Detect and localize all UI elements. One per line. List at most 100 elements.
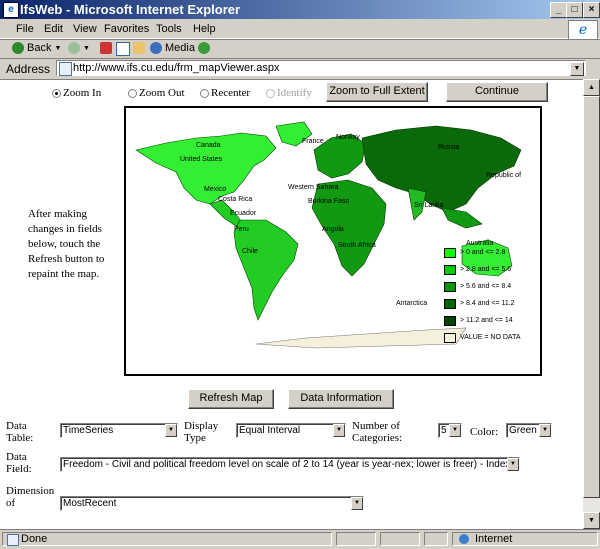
asia-shape	[361, 125, 522, 213]
history-button[interactable]	[198, 42, 210, 54]
dropdown-arrow-icon: ▼	[351, 497, 363, 510]
scroll-thumb[interactable]	[583, 96, 600, 498]
zoom-out-radio[interactable]: Zoom Out	[128, 87, 185, 99]
status-text-cell: Done	[2, 532, 332, 546]
page-icon	[59, 62, 72, 76]
address-input[interactable]: http://www.ifs.cu.edu/frm_mapViewer.aspx…	[56, 60, 586, 76]
map-label-burkina-faso: Burkina Faso	[308, 198, 350, 205]
zoom-full-extent-button[interactable]: Zoom to Full Extent	[326, 82, 428, 102]
map-label-france: France	[302, 138, 324, 145]
status-cell	[424, 532, 448, 546]
legend-swatch	[444, 316, 456, 326]
antarctica-shape	[255, 327, 467, 349]
recenter-radio[interactable]: Recenter	[200, 87, 250, 99]
dimension-select[interactable]: MostRecent ▼	[60, 496, 364, 511]
status-cell	[380, 532, 420, 546]
radio-dot	[128, 88, 137, 98]
refresh-icon	[116, 42, 130, 56]
forward-dropdown-icon: ▼	[83, 44, 90, 52]
color-select[interactable]: Green ▼	[506, 423, 552, 438]
data-information-button[interactable]: Data Information	[288, 389, 394, 409]
status-cell	[336, 532, 376, 546]
menu-view[interactable]: View	[73, 23, 97, 35]
scroll-up-icon[interactable]: ▲	[583, 79, 600, 96]
data-field-label: Data Field:	[6, 451, 32, 475]
window-title: IfsWeb - Microsoft Internet Explorer	[20, 2, 241, 17]
map-label-russia: Russia	[438, 144, 460, 151]
legend-swatch	[444, 299, 456, 309]
close-button[interactable]: ×	[583, 2, 600, 18]
dimension-value: MostRecent	[63, 498, 117, 509]
menu-favorites[interactable]: Favorites	[104, 23, 149, 35]
map-label-canada: Canada	[196, 142, 221, 149]
map-label-united-states: United States	[180, 156, 223, 163]
menu-file[interactable]: File	[16, 23, 34, 35]
zone-text: Internet	[475, 533, 513, 545]
title-bar[interactable]: e IfsWeb - Microsoft Internet Explorer _…	[0, 0, 600, 19]
stop-button[interactable]	[100, 42, 112, 54]
legend-swatch	[444, 265, 456, 275]
address-url: http://www.ifs.cu.edu/frm_mapViewer.aspx	[73, 62, 280, 74]
dropdown-arrow-icon: ▼	[165, 424, 177, 437]
maximize-button[interactable]: □	[566, 2, 583, 18]
data-table-select[interactable]: TimeSeries ▼	[60, 423, 178, 438]
address-bar: Address http://www.ifs.cu.edu/frm_mapVie…	[0, 58, 600, 79]
identify-label: Identify	[277, 87, 312, 99]
radio-dot	[266, 88, 275, 98]
vertical-scrollbar[interactable]: ▲ ▼	[583, 79, 600, 529]
map-label-costa-rica: Costa Rica	[218, 196, 253, 203]
legend-swatch	[444, 282, 456, 292]
identify-radio[interactable]: Identify	[266, 87, 312, 99]
num-categories-value: 5	[441, 425, 447, 436]
radio-dot	[200, 88, 209, 98]
legend-swatch	[444, 248, 456, 258]
status-bar: Done Internet	[0, 529, 600, 549]
legend-label: > 5.6 and <= 8.4	[460, 283, 512, 290]
map-label-australia: Australia	[466, 240, 494, 247]
media-button[interactable]: Media	[150, 42, 195, 54]
ie-logo-icon: e	[568, 20, 598, 40]
display-type-label: Display Type	[184, 420, 219, 444]
back-button[interactable]: Back ▼	[12, 42, 61, 54]
menu-tools[interactable]: Tools	[156, 23, 182, 35]
forward-button[interactable]: ▼	[68, 42, 90, 54]
continue-button[interactable]: Continue	[446, 82, 548, 102]
display-type-select[interactable]: Equal Interval ▼	[236, 423, 346, 438]
home-icon	[133, 42, 145, 54]
address-dropdown-icon[interactable]: ▼	[570, 62, 584, 76]
menu-edit[interactable]: Edit	[44, 23, 63, 35]
zoom-in-label: Zoom In	[63, 87, 102, 99]
back-arrow-icon	[12, 42, 24, 54]
color-value: Green	[509, 425, 537, 436]
display-type-value: Equal Interval	[239, 425, 301, 436]
zoom-in-radio[interactable]: Zoom In	[52, 87, 101, 99]
refresh-map-button[interactable]: Refresh Map	[188, 389, 274, 409]
back-dropdown-icon: ▼	[54, 44, 62, 52]
map-label-peru: Peru	[234, 226, 249, 233]
dropdown-arrow-icon: ▼	[539, 424, 551, 437]
map-label-republic-of: Republic of	[486, 172, 522, 179]
world-map[interactable]: Canada United States Mexico Costa Rica E…	[124, 106, 542, 376]
legend-swatch	[444, 333, 456, 343]
stop-icon	[100, 42, 112, 54]
minimize-button[interactable]: _	[550, 2, 567, 18]
menu-help[interactable]: Help	[193, 23, 216, 35]
zoom-out-label: Zoom Out	[139, 87, 185, 99]
media-icon	[150, 42, 162, 54]
map-label-ecuador: Ecuador	[230, 210, 257, 217]
recenter-label: Recenter	[211, 87, 251, 99]
legend-label: > 11.2 and <= 14	[460, 317, 513, 324]
home-button[interactable]	[133, 42, 145, 54]
forward-arrow-icon	[68, 42, 80, 54]
dropdown-arrow-icon: ▼	[449, 424, 461, 437]
refresh-button[interactable]	[116, 42, 130, 56]
scroll-down-icon[interactable]: ▼	[583, 512, 600, 529]
map-label-norway: Norway	[336, 134, 360, 141]
map-label-antarctica: Antarctica	[396, 300, 428, 307]
toolbar: Back ▼ ▼ Media	[0, 39, 600, 59]
legend-label: > 2.8 and <= 5.6	[460, 266, 512, 273]
num-categories-select[interactable]: 5 ▼	[438, 423, 462, 438]
menu-bar: File Edit View Favorites Tools Help	[0, 20, 600, 39]
map-label-chile: Chile	[242, 248, 258, 255]
data-field-select[interactable]: Freedom - Civil and political freedom le…	[60, 457, 520, 472]
